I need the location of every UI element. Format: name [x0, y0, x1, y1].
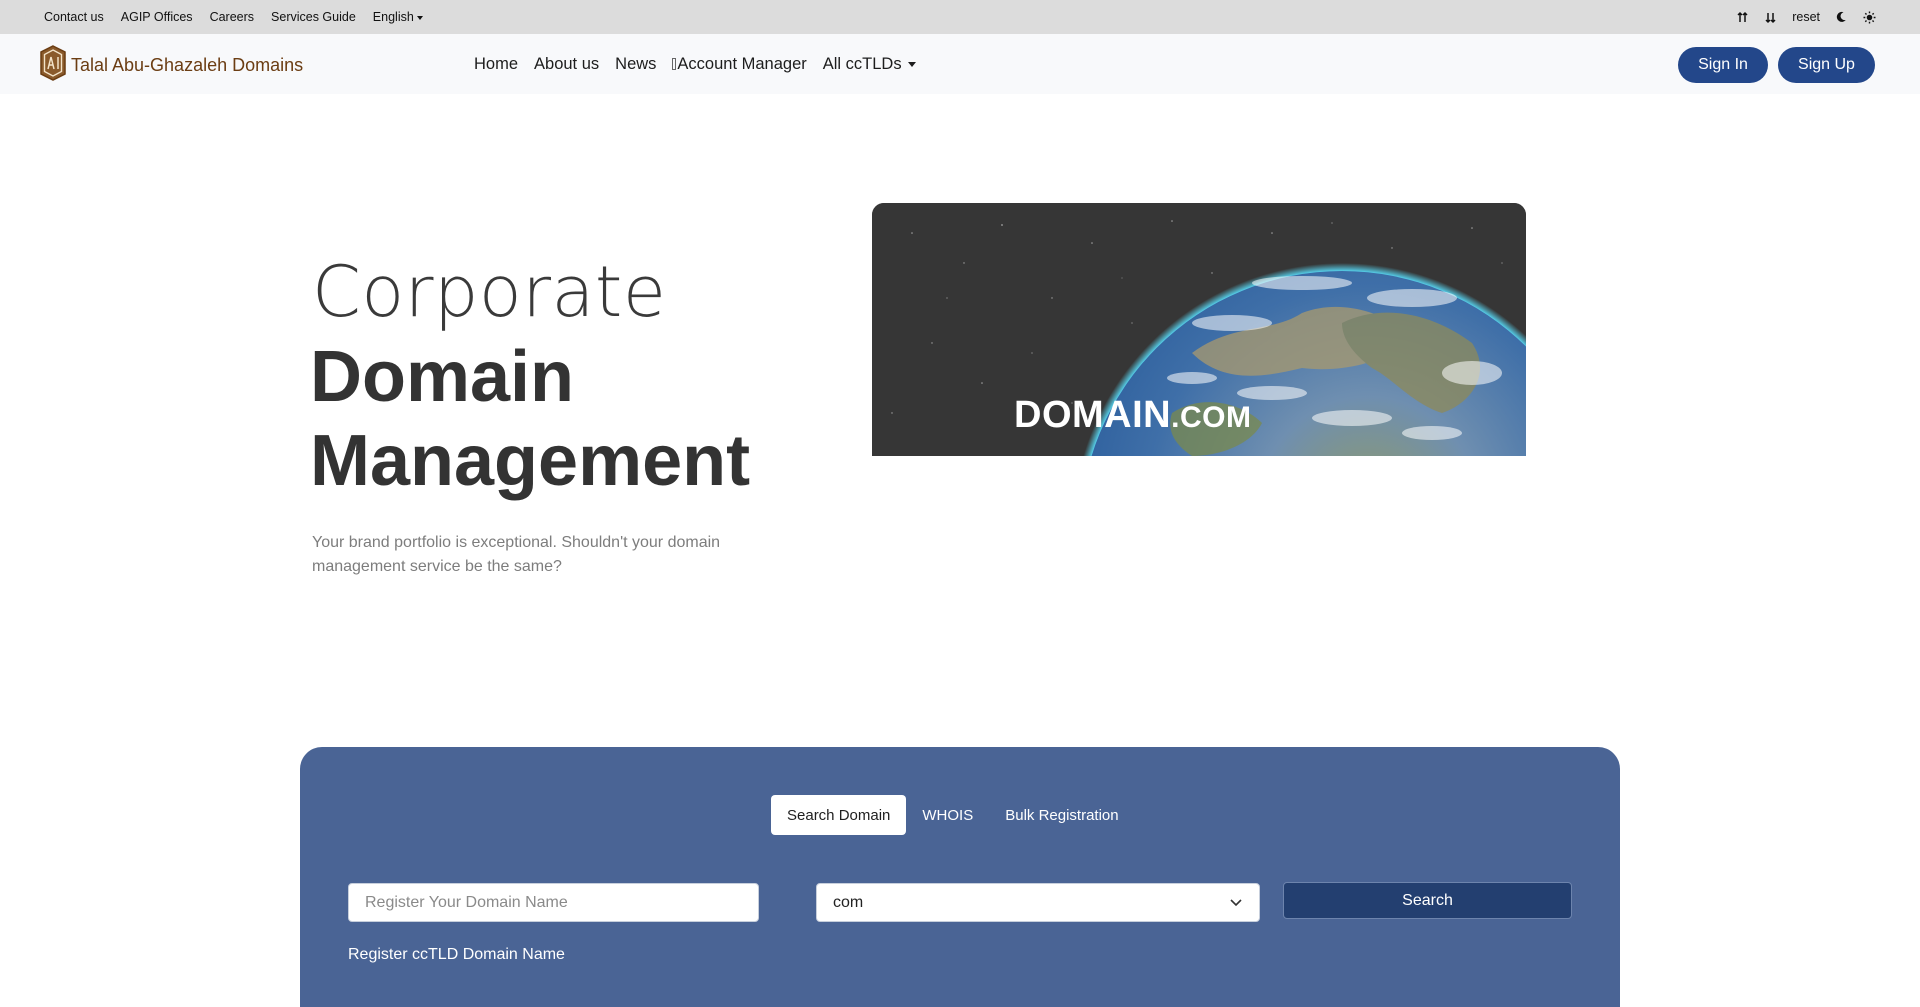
all-cctlds-label: All ccTLDs — [822, 54, 902, 73]
chevron-down-icon — [1229, 894, 1243, 912]
domain-com-logo: DOMAIN.COM — [1014, 394, 1251, 437]
contact-us-link[interactable]: Contact us — [44, 10, 104, 24]
sign-up-button[interactable]: Sign Up — [1778, 47, 1875, 83]
hero-title-line-2: Management — [310, 421, 751, 501]
nav-all-cctlds-dropdown[interactable]: All ccTLDs — [823, 55, 916, 74]
language-dropdown[interactable]: English — [373, 10, 423, 24]
primary-nav: Home About us News Account Manager All c… — [474, 34, 916, 94]
nav-news[interactable]: News — [615, 55, 656, 74]
services-guide-link[interactable]: Services Guide — [271, 10, 356, 24]
sun-icon[interactable] — [1862, 10, 1876, 24]
hero-title-line-1: Domain — [310, 337, 575, 417]
accessibility-tools: reset — [1736, 10, 1876, 24]
register-cctld-hint: Register ccTLD Domain Name — [348, 946, 565, 963]
user-icon — [672, 57, 677, 70]
agip-offices-link[interactable]: AGIP Offices — [121, 10, 193, 24]
hero-title-light: Corporate — [312, 251, 667, 333]
tab-bulk-registration[interactable]: Bulk Registration — [989, 795, 1134, 835]
chevron-down-icon — [907, 61, 916, 67]
tld-select[interactable]: com — [816, 883, 1260, 922]
search-button[interactable]: Search — [1283, 882, 1572, 919]
account-manager-label: Account Manager — [677, 54, 807, 73]
utility-links: Contact us AGIP Offices Careers Services… — [44, 10, 423, 24]
brand-name: Talal Abu-Ghazaleh Domains — [71, 55, 304, 75]
chevron-down-icon — [416, 15, 423, 20]
nav-home[interactable]: Home — [474, 55, 518, 74]
top-utility-bar: Contact us AGIP Offices Careers Services… — [0, 0, 1920, 34]
moon-icon[interactable] — [1834, 10, 1848, 24]
brand-logo-link[interactable]: Talal Abu-Ghazaleh Domains — [39, 45, 303, 86]
font-decrease-icon[interactable] — [1764, 10, 1778, 24]
domain-tld: .COM — [1171, 401, 1252, 434]
domain-word: DOMAIN — [1014, 394, 1172, 436]
domain-search-panel: Search Domain WHOIS Bulk Registration co… — [300, 747, 1620, 1007]
nav-account-manager[interactable]: Account Manager — [672, 54, 807, 74]
hero-subtitle: Your brand portfolio is exceptional. Sho… — [312, 534, 721, 575]
tab-search-domain[interactable]: Search Domain — [771, 795, 907, 835]
careers-link[interactable]: Careers — [210, 10, 254, 24]
reset-button[interactable]: reset — [1792, 10, 1820, 24]
hero-title-bold: Domain Management — [310, 335, 750, 503]
main-navbar: Talal Abu-Ghazaleh Domains Home About us… — [0, 34, 1920, 94]
tab-whois[interactable]: WHOIS — [906, 795, 989, 835]
domain-name-input[interactable] — [365, 893, 742, 912]
domain-name-field[interactable] — [348, 883, 759, 922]
font-increase-icon[interactable] — [1736, 10, 1750, 24]
hero-image-earth: DOMAIN.COM — [872, 203, 1526, 456]
tag-logo-icon — [39, 45, 67, 86]
language-label: English — [372, 10, 414, 24]
search-tabs: Search Domain WHOIS Bulk Registration — [771, 795, 1135, 835]
sign-in-button[interactable]: Sign In — [1678, 47, 1768, 83]
auth-buttons: Sign In Sign Up — [1678, 47, 1875, 83]
nav-about-us[interactable]: About us — [534, 55, 599, 74]
tld-select-value: com — [833, 893, 864, 911]
